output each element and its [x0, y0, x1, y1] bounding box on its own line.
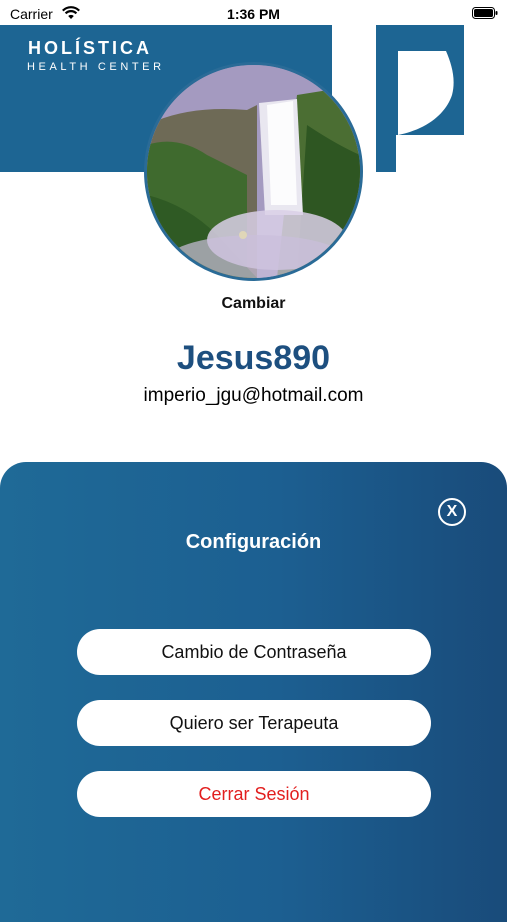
- change-photo-link[interactable]: Cambiar: [0, 295, 507, 313]
- profile-avatar[interactable]: [144, 62, 363, 281]
- become-therapist-button[interactable]: Quiero ser Terapeuta: [77, 700, 431, 746]
- brand-mark-shape: [376, 25, 464, 172]
- status-bar: Carrier 1:36 PM: [0, 0, 507, 28]
- user-email: imperio_jgu@hotmail.com: [143, 385, 364, 406]
- change-password-button[interactable]: Cambio de Contraseña: [77, 629, 431, 675]
- username: Jesus890: [176, 339, 331, 377]
- brand-name: HOLÍSTICA: [28, 38, 152, 58]
- logout-button[interactable]: Cerrar Sesión: [77, 771, 431, 817]
- waterfall-image: [147, 65, 360, 278]
- brand-subtitle: HEALTH CENTER: [27, 61, 165, 73]
- clock: 1:36 PM: [227, 6, 280, 22]
- settings-title: Configuración: [185, 531, 322, 553]
- battery-icon: [472, 7, 498, 19]
- close-icon[interactable]: X: [438, 498, 466, 526]
